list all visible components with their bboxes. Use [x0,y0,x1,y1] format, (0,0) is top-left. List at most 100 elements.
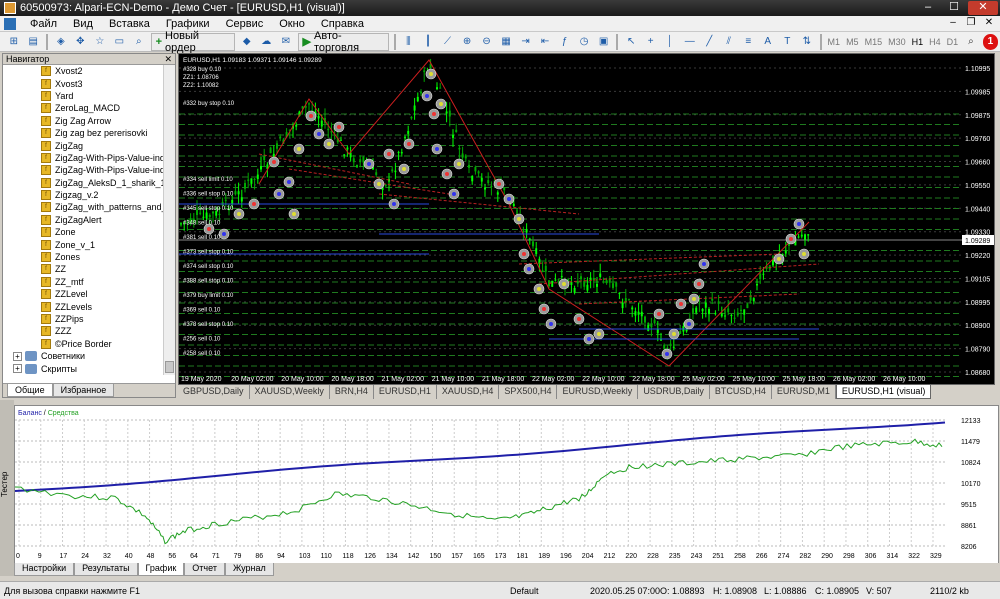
navigator-indicator-item[interactable]: f ©Price Border [3,338,165,350]
navigator-close-icon[interactable]: ✕ [164,54,172,65]
new-order-button[interactable]: + Новый ордер [150,30,235,54]
navigator-indicator-item[interactable]: f Zigzag_v.2 [3,189,165,201]
navigator-indicator-item[interactable]: f Xvost3 [3,77,165,89]
search-icon[interactable]: ⌕ [963,34,979,50]
timeframe-h4[interactable]: H4 [926,37,944,47]
navigator-indicator-item[interactable]: f ZigZag_with_patterns_and_valu [3,201,165,213]
expand-icon[interactable]: + [13,351,22,361]
auto-trading-button[interactable]: ▶ Авто-торговля [297,30,389,54]
chart-tab[interactable]: XAUUSD,H4 [437,385,500,399]
mdi-close-icon[interactable]: ✕ [982,17,996,30]
profiles-icon[interactable]: ▤ [26,34,42,50]
navigator-indicator-item[interactable]: f ZZPips [3,313,165,325]
navigator-indicator-item[interactable]: f ZeroLag_MACD [3,102,165,114]
navigator-indicator-item[interactable]: f Zig Zag Arrow [3,115,165,127]
fibonacci-icon[interactable]: ≡ [740,34,756,50]
navigator-indicator-item[interactable]: f ZigZag-With-Pips-Value-indic [3,164,165,176]
navigator-indicator-item[interactable]: f ZZLevel [3,288,165,300]
navigator-folder[interactable]: + Советники [3,350,165,362]
tester-tab[interactable]: График [137,563,185,576]
mdi-minimize-icon[interactable]: ‒ [946,17,960,30]
menu-window[interactable]: Окно [271,18,313,30]
navigator-scrollbar[interactable] [163,65,175,375]
menu-view[interactable]: Вид [65,18,101,30]
navigator-indicator-item[interactable]: f ZZZ [3,325,165,337]
signals-icon[interactable]: ☁ [259,34,275,50]
navigator-indicator-item[interactable]: f Xvost2 [3,65,165,77]
price-chart[interactable]: 1.10995 1.09985 1.09875 1.09760 1.09660 1.095… [178,53,995,385]
channel-icon[interactable]: ⫽ [721,34,737,50]
menu-charts[interactable]: Графики [158,18,218,30]
arrows-icon[interactable]: ⇅ [799,34,815,50]
mdi-restore-icon[interactable]: ❐ [964,17,978,30]
timeframe-m30[interactable]: M30 [885,37,909,47]
mql5-icon[interactable]: ✉ [278,34,294,50]
tester-tab[interactable]: Настройки [14,563,75,576]
chart-tab[interactable]: EURUSD,M1 [772,385,836,399]
chart-tab[interactable]: EURUSD,Weekly [557,385,639,399]
crosshair-icon[interactable]: + [643,34,659,50]
navigator-indicator-item[interactable]: f Zone [3,226,165,238]
navigator-indicator-item[interactable]: f ZZLevels [3,300,165,312]
expand-icon[interactable]: + [13,364,22,374]
meta-editor-icon[interactable]: ◆ [239,34,255,50]
tester-tab[interactable]: Журнал [224,563,274,576]
navigator-indicator-item[interactable]: f ZZ [3,263,165,275]
maximize-button[interactable]: ☐ [942,1,966,15]
timeframe-m5[interactable]: M5 [843,37,862,47]
menu-tools[interactable]: Сервис [218,18,272,30]
notification-icon[interactable]: 1 [982,33,999,50]
menu-insert[interactable]: Вставка [101,18,158,30]
chart-tab[interactable]: XAUUSD,Weekly [250,385,330,399]
scrollbar-thumb[interactable] [165,361,174,373]
chart-tab[interactable]: BTCUSD,H4 [710,385,772,399]
terminal-icon[interactable]: ▭ [112,34,128,50]
navigator-indicator-item[interactable]: f ZigZag [3,139,165,151]
indicators-icon[interactable]: ƒ [557,34,573,50]
new-chart-icon[interactable]: ⊞ [6,34,22,50]
label-icon[interactable]: T [780,34,796,50]
templates-icon[interactable]: ▣ [596,34,612,50]
text-icon[interactable]: A [760,34,776,50]
timeframe-m15[interactable]: M15 [862,37,886,47]
chart-tab[interactable]: EURUSD,H1 (visual) [835,385,932,399]
vertical-line-icon[interactable]: │ [662,34,678,50]
navigator-folder[interactable]: + Скрипты [3,362,165,374]
navigator-indicator-item[interactable]: f ZigZagAlert [3,214,165,226]
menu-help[interactable]: Справка [313,18,372,30]
navigator-indicator-item[interactable]: f ZigZag-With-Pips-Value-indic [3,152,165,164]
timeframe-m1[interactable]: M1 [825,37,844,47]
timeframe-h1[interactable]: H1 [909,37,927,47]
navigator-indicator-item[interactable]: f ZZ_mtf [3,276,165,288]
chart-canvas[interactable]: 1.10995 1.09985 1.09875 1.09760 1.09660 1.095… [179,54,994,384]
menu-file[interactable]: Файл [22,18,65,30]
navigator-indicator-item[interactable]: f Yard [3,90,165,102]
chart-tab[interactable]: BRN,H4 [330,385,374,399]
chart-tab[interactable]: GBPUSD,Daily [178,385,250,399]
close-button[interactable]: ✕ [968,1,998,15]
chart-tab[interactable]: USDRUB,Daily [638,385,710,399]
chart-tab[interactable]: EURUSD,H1 [374,385,437,399]
zoom-in-icon[interactable]: ⊕ [459,34,475,50]
navigator-indicator-item[interactable]: f Zones [3,251,165,263]
timeframe-d1[interactable]: D1 [944,37,962,47]
tab-favorites[interactable]: Избранное [52,384,115,397]
chart-tab[interactable]: SPX500,H4 [499,385,558,399]
tab-common[interactable]: Общие [7,384,53,397]
minimize-button[interactable]: ‒ [916,1,940,15]
navigator-indicator-item[interactable]: f Zig zag bez pererisovki [3,127,165,139]
autoscroll-icon[interactable]: ⇥ [518,34,534,50]
navigator-icon[interactable]: ☆ [92,34,108,50]
tester-tab[interactable]: Отчет [184,563,225,576]
chart-shift-icon[interactable]: ⇤ [537,34,553,50]
horizontal-line-icon[interactable]: ― [682,34,698,50]
tester-tab[interactable]: Результаты [74,563,138,576]
trendline-icon[interactable]: ╱ [701,34,717,50]
chart-window-icon[interactable] [4,17,16,30]
cursor-icon[interactable]: ↖ [623,34,639,50]
strategy-tester-icon[interactable]: ⌕ [131,34,147,50]
period-icon[interactable]: ◷ [576,34,592,50]
line-chart-icon[interactable]: ⟋ [440,34,456,50]
market-watch-icon[interactable]: ◈ [53,34,69,50]
data-window-icon[interactable]: ✥ [73,34,89,50]
